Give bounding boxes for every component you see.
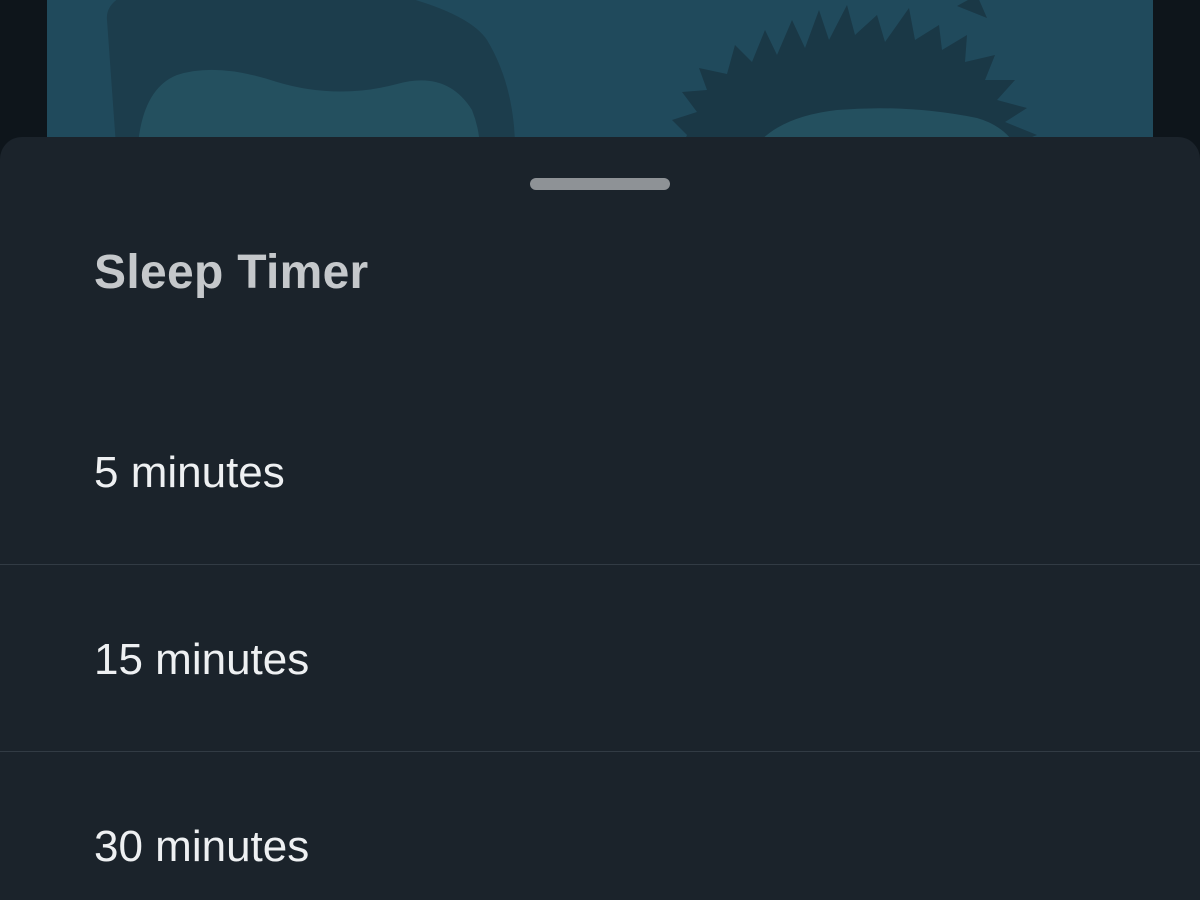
option-label: 30 minutes	[94, 822, 310, 871]
timer-option-15-minutes[interactable]: 15 minutes	[0, 565, 1200, 752]
option-label: 15 minutes	[94, 635, 310, 684]
option-label: 5 minutes	[94, 448, 285, 497]
album-artwork	[47, 0, 1153, 160]
sleep-timer-bottom-sheet: Sleep Timer 5 minutes 15 minutes 30 minu…	[0, 137, 1200, 900]
drag-handle[interactable]	[530, 178, 670, 190]
timer-option-list: 5 minutes 15 minutes 30 minutes	[0, 377, 1200, 900]
timer-option-5-minutes[interactable]: 5 minutes	[0, 377, 1200, 565]
sheet-title: Sleep Timer	[94, 246, 369, 299]
app-screen: Sleep Timer 5 minutes 15 minutes 30 minu…	[0, 0, 1200, 900]
cartoon-illustration-icon	[106, 0, 1037, 160]
timer-option-30-minutes[interactable]: 30 minutes	[0, 752, 1200, 900]
